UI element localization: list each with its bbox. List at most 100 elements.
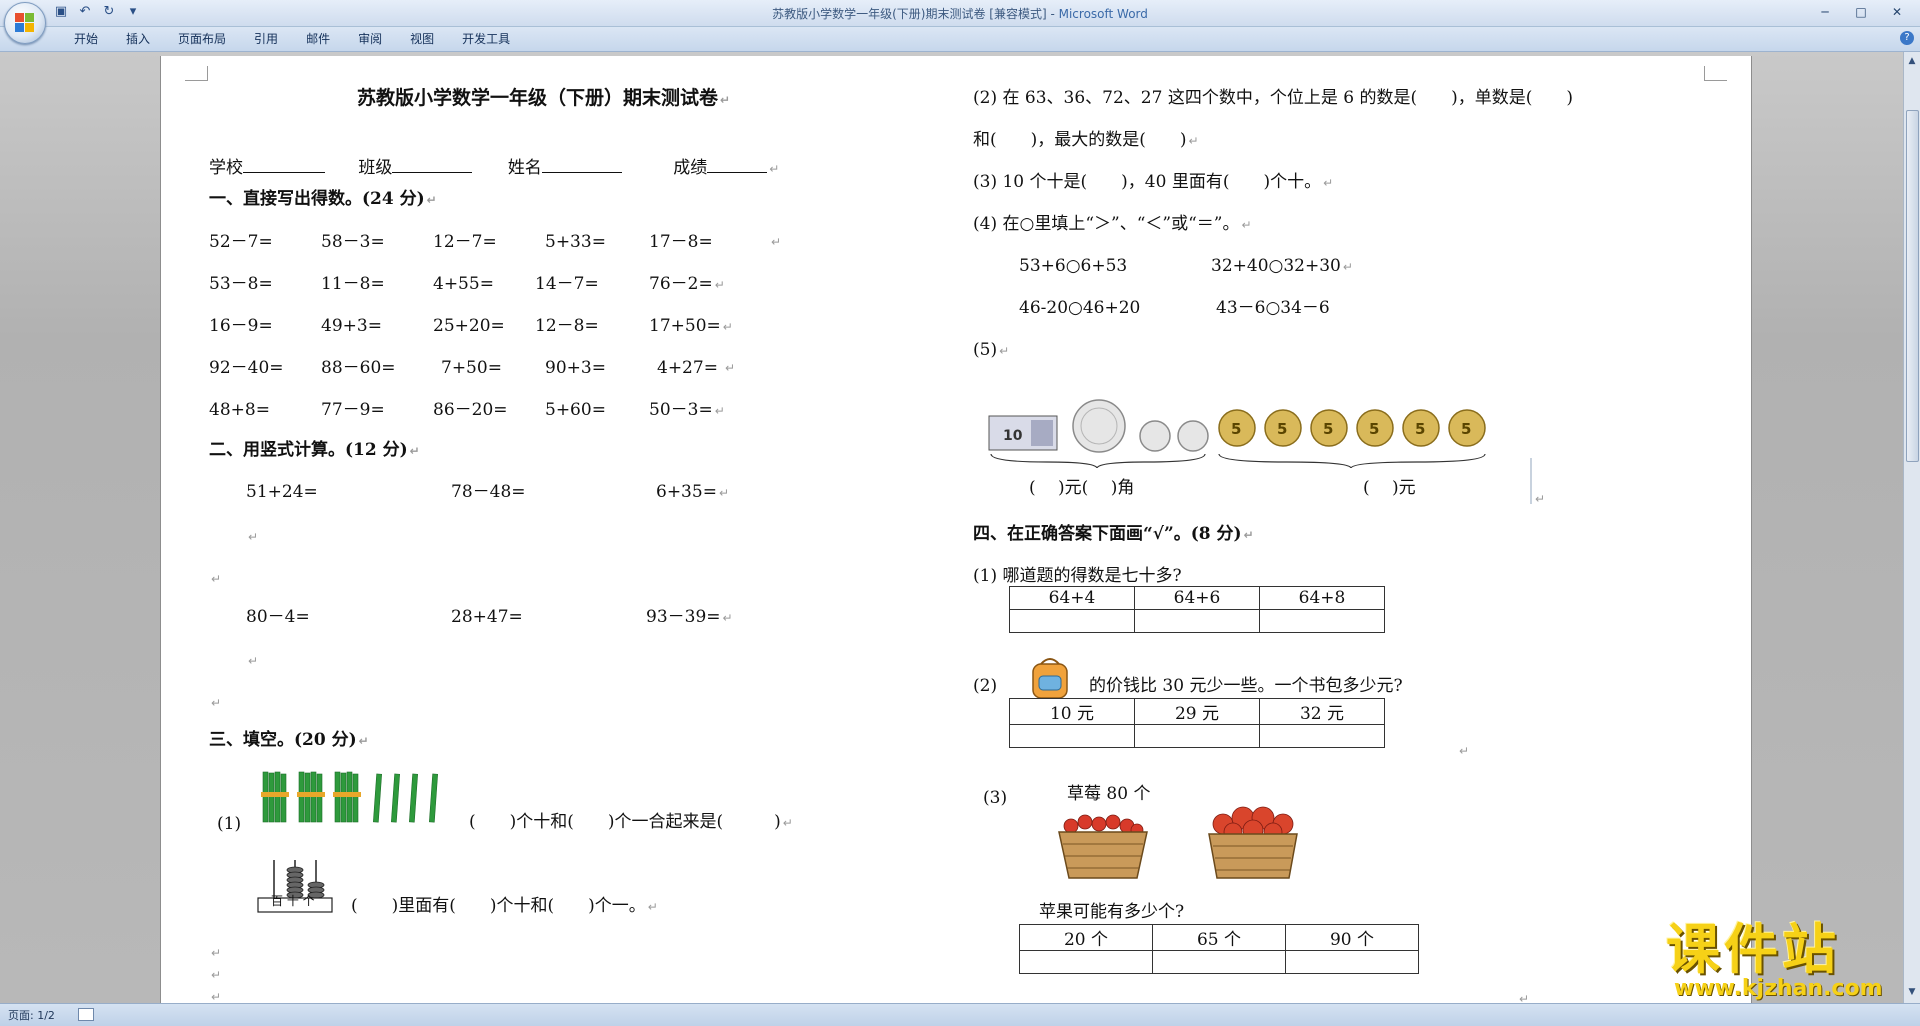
s3-q2-line1: (2) 在 63、36、72、27 这四个数中，个位上是 6 的数是( )，单数… [973, 88, 1573, 108]
bamboo-sticks-image [261, 771, 438, 823]
apple-basket-image [1208, 806, 1298, 879]
money-image: 10 5 5 5 5 5 5 [988, 399, 1486, 468]
vertical-scrollbar[interactable]: ▲ ▼ [1903, 52, 1920, 1003]
answer-cell[interactable] [1285, 950, 1419, 974]
s3-q1b-text: ( )里面有( )个十和( )个一。 ↵ [351, 896, 658, 916]
s3-q5: (5) ↵ [973, 340, 1010, 360]
maximize-icon[interactable]: □ [1844, 2, 1878, 22]
window-title: 苏教版小学数学一年级(下册)期末测试卷 [兼容模式] - Microsoft W… [772, 7, 1148, 21]
site-watermark: 课件站 www.kjzhan.com [1666, 922, 1883, 1000]
page-indicator[interactable]: 页面: 1/2 [8, 1007, 55, 1023]
para-mark: ↵ [1519, 992, 1530, 1003]
tab-view[interactable]: 视图 [396, 31, 448, 47]
tab-references[interactable]: 引用 [240, 31, 292, 47]
info-line: 学校 班级 姓名 成绩 ↵ [209, 158, 780, 178]
s4-q2-table: 10 元 29 元 32 元 [1009, 698, 1385, 748]
s4-q3-table: 20 个 65 个 90 个 [1019, 924, 1419, 974]
document-page[interactable]: 苏教版小学数学一年级（下册）期末测试卷 ↵ 学校 班级 姓名 成绩 ↵ 一、直接写出… [160, 56, 1752, 1003]
scroll-thumb[interactable] [1906, 110, 1919, 462]
ribbon-tabs: 开始 插入 页面布局 引用 邮件 审阅 视图 开发工具 [60, 31, 524, 47]
coin-face: 5 [1323, 420, 1333, 438]
s3-q2-line2: 和( )，最大的数是( ) ↵ [973, 130, 1199, 150]
para-mark: ↵ [248, 654, 259, 668]
ribbon: 开始 插入 页面布局 引用 邮件 审阅 视图 开发工具 ? [0, 27, 1920, 52]
title-bar: ▣ ↶ ↻ ▾ 苏教版小学数学一年级(下册)期末测试卷 [兼容模式] - Mic… [0, 0, 1920, 27]
crop-mark [185, 66, 208, 81]
tab-developer[interactable]: 开发工具 [448, 31, 524, 47]
para-mark: ↵ [211, 572, 222, 586]
answer-cell[interactable] [1009, 609, 1135, 633]
tab-home[interactable]: 开始 [60, 31, 112, 47]
proofing-icon[interactable] [78, 1008, 94, 1021]
section-3-heading: 三、填空。(20 分) ↵ [209, 730, 369, 750]
para-mark: ↵ [1459, 744, 1470, 758]
document-workspace: 苏教版小学数学一年级（下册）期末测试卷 ↵ 学校 班级 姓名 成绩 ↵ 一、直接写出… [0, 52, 1904, 1003]
tab-insert[interactable]: 插入 [112, 31, 164, 47]
doc-title: 苏教版小学数学一年级（下册）期末测试卷 ↵ [357, 87, 731, 109]
minimize-icon[interactable]: ─ [1808, 2, 1842, 22]
s4-q2-text: 的价钱比 30 元少一些。一个书包多少元? [1089, 676, 1403, 696]
abacus-labels: 百 十 个 [271, 894, 315, 908]
window-controls: ─ □ ✕ [1808, 2, 1914, 22]
office-button[interactable] [4, 2, 46, 44]
coin-face: 5 [1231, 420, 1241, 438]
answer-cell[interactable] [1009, 724, 1135, 748]
option-cell: 90 个 [1285, 924, 1419, 951]
option-cell: 10 元 [1009, 698, 1135, 725]
s3-q3: (3) 10 个十是( )，40 里面有( )个十。 ↵ [973, 172, 1334, 192]
tab-mailings[interactable]: 邮件 [292, 31, 344, 47]
option-cell: 64+4 [1009, 586, 1135, 610]
para-mark: ↵ [211, 968, 222, 982]
strawberry-basket-image [1058, 814, 1148, 879]
s4-q3-label: (3) [983, 788, 1008, 808]
section-2-heading: 二、用竖式计算。(12 分) ↵ [209, 440, 420, 460]
coin-face: 5 [1461, 420, 1471, 438]
section-4-heading: 四、在正确答案下面画“√”。(8 分) ↵ [973, 524, 1254, 544]
answer-cell[interactable] [1019, 950, 1153, 974]
option-cell: 64+8 [1259, 586, 1385, 610]
para-mark: ↵ [1535, 492, 1546, 506]
banknote-value: 10 [1003, 428, 1023, 444]
option-cell: 20 个 [1019, 924, 1153, 951]
s3-q5-money-left: ( )元( )角 [1029, 478, 1135, 498]
s3-q1: (1) [217, 814, 242, 834]
office-logo-icon [15, 13, 35, 33]
s4-q1-table: 64+4 64+6 64+8 [1009, 586, 1385, 633]
para-mark: ↵ [248, 530, 259, 544]
para-mark: ↵ [211, 990, 222, 1003]
s3-q4-item: 53+6○6+53 [1019, 256, 1128, 276]
schoolbag-icon [1032, 658, 1068, 699]
option-cell: 29 元 [1134, 698, 1260, 725]
s4-q3-fruit: 草莓 80 个 [1067, 784, 1151, 804]
answer-cell[interactable] [1134, 724, 1260, 748]
scroll-down-icon[interactable]: ▼ [1907, 987, 1917, 997]
option-cell: 32 元 [1259, 698, 1385, 725]
s3-q4-item: 43－6○34－6 [1216, 298, 1330, 318]
scroll-up-icon[interactable]: ▲ [1907, 56, 1917, 66]
tab-review[interactable]: 审阅 [344, 31, 396, 47]
para-mark: ↵ [211, 696, 222, 710]
answer-cell[interactable] [1152, 950, 1286, 974]
s4-q3-question: 苹果可能有多少个? [1039, 902, 1185, 922]
s3-q4: (4) 在○里填上“＞”、“＜”或“＝”。 ↵ [973, 214, 1252, 234]
option-cell: 65 个 [1152, 924, 1286, 951]
close-icon[interactable]: ✕ [1880, 2, 1914, 22]
watermark-url: www.kjzhan.com [1674, 976, 1883, 1001]
answer-cell[interactable] [1259, 609, 1385, 633]
s3-q5-money-right: ( )元 [1363, 478, 1416, 498]
s4-q2-label: (2) [973, 676, 998, 696]
coin-face: 5 [1369, 420, 1379, 438]
help-icon[interactable]: ? [1900, 31, 1914, 45]
answer-cell[interactable] [1259, 724, 1385, 748]
s3-q4-item: 46-20○46+20 [1019, 298, 1141, 318]
s3-q1-text: ( )个十和( )个一合起来是( ) ↵ [469, 812, 793, 832]
watermark-logo-text: 课件站 [1666, 918, 1840, 981]
crop-mark [1704, 66, 1727, 81]
coin-face: 5 [1277, 420, 1287, 438]
answer-cell[interactable] [1134, 609, 1260, 633]
option-cell: 64+6 [1134, 586, 1260, 610]
section-1-heading: 一、直接写出得数。(24 分) ↵ [209, 189, 437, 209]
coin-face: 5 [1415, 420, 1425, 438]
tab-page-layout[interactable]: 页面布局 [164, 31, 240, 47]
text-cursor [1530, 458, 1532, 504]
